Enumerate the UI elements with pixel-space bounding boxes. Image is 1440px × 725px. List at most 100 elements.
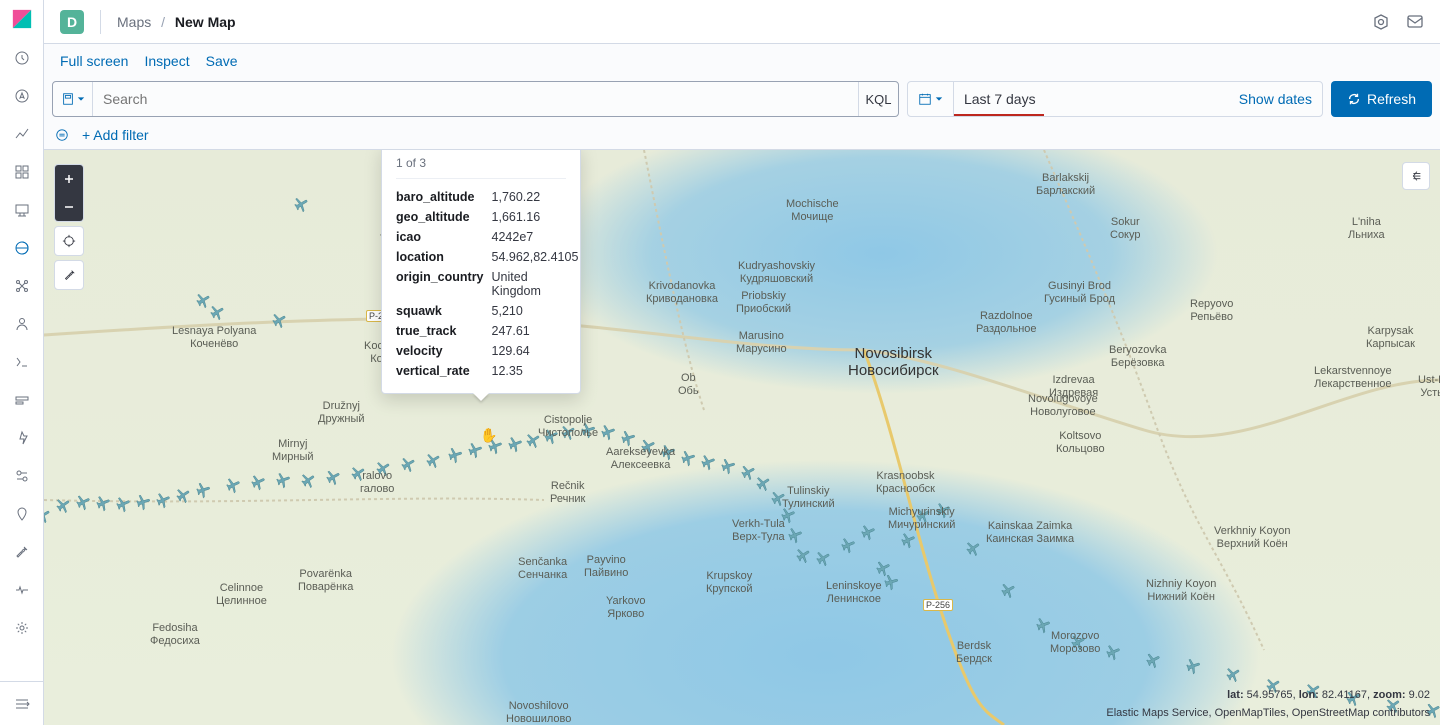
divider [100,10,101,34]
nav-collapse-button[interactable] [0,681,44,725]
city-label: NovolugovoyeНоволуговое [1028,393,1098,418]
nav-siem[interactable] [4,458,40,494]
city-label: Lesnaya PolyanaКоченёво [172,325,256,350]
feature-tooltip: 1 of 3 baro_altitude1,760.22geo_altitude… [381,150,581,394]
nav-maps[interactable] [4,230,40,266]
expand-layer-panel-button[interactable] [1402,162,1430,190]
tooltip-row: icao4242e7 [396,227,578,247]
add-filter-button[interactable]: + Add filter [82,127,149,143]
tooltip-row: squawk5,210 [396,301,578,321]
kibana-logo-icon[interactable] [11,8,33,30]
city-label: KrivodanovkaКриводановка [646,280,718,305]
city-label: BerdskБердск [956,640,992,665]
kql-toggle[interactable]: KQL [858,82,898,116]
query-bar: KQL Last 7 days Show dates Refresh [44,78,1440,120]
city-label: KrasnoobskКраснообск [876,470,935,495]
city-label: KarpysakКарпысак [1366,325,1415,350]
city-label: BarlakskijБарлакский [1036,172,1095,197]
city-label: MorozovoМорозово [1050,630,1100,655]
saved-query-button[interactable] [53,82,93,116]
newsfeed-icon[interactable] [1372,13,1390,31]
nav-logs[interactable] [4,344,40,380]
zoom-in-button[interactable] [55,165,83,193]
city-label: MichyurinskiyМичуринский [888,506,955,531]
city-label: NovoshilovoНовошилово [506,700,571,725]
nav-uptime[interactable] [4,420,40,456]
tooltip-properties-table: baro_altitude1,760.22geo_altitude1,661.1… [396,187,578,381]
nav-ml[interactable] [4,268,40,304]
fit-to-data-button[interactable] [55,227,83,255]
map-toolbar: Full screen Inspect Save [44,44,1440,78]
nav-management[interactable] [4,610,40,646]
city-label: YarkovoЯрково [606,595,646,620]
city-label: CelinnoeЦелинное [216,582,267,607]
city-label: Nizhniy KoyonНижний Коён [1146,578,1216,603]
city-label: Verkh-TulaВерх-Тула [732,518,785,543]
filter-bar: + Add filter [44,120,1440,150]
search-box: KQL [52,81,899,117]
top-header: D Maps / New Map [44,0,1440,44]
city-label: LekarstvennoyeЛекарственное [1314,365,1392,390]
feedback-icon[interactable] [1406,13,1424,31]
city-label: MirnyjМирный [272,438,314,463]
time-picker: Last 7 days Show dates [907,81,1323,117]
city-label: MochischeМочище [786,198,839,223]
time-range-text: Last 7 days [964,91,1036,107]
nav-discover[interactable] [4,78,40,114]
quick-select-button[interactable] [908,82,954,116]
city-label: LeninskoyeЛенинское [826,580,882,605]
city-label: CistopoljeЧистополье [538,414,598,439]
city-label: Ust-KarУсть-К [1418,374,1440,399]
time-range-display[interactable]: Last 7 days [954,82,1229,116]
nav-recently-viewed[interactable] [4,40,40,76]
tools-button[interactable] [55,261,83,289]
save-link[interactable]: Save [198,53,246,69]
map-zoom-controls [54,164,84,290]
refresh-button[interactable]: Refresh [1331,81,1432,117]
city-label: BeryozovkaБерёзовка [1109,344,1166,369]
breadcrumb-root[interactable]: Maps [117,14,151,30]
tooltip-row: location54.962,82.4105 [396,247,578,267]
zoom-out-button[interactable] [55,193,83,221]
city-label: DružnyjДружный [318,400,365,425]
breadcrumb: Maps / New Map [117,14,236,30]
nav-dev-tools[interactable] [4,534,40,570]
nav-canvas[interactable] [4,192,40,228]
global-nav-rail [0,0,44,725]
tooltip-row: origin_countryUnited Kingdom [396,267,578,301]
city-label: KudryashovskiyКудряшовский [738,260,815,285]
city-label: SenčankaСенчанка [518,556,567,581]
tooltip-row: vertical_rate12.35 [396,361,578,381]
full-screen-link[interactable]: Full screen [52,53,136,69]
city-label: ObОбь [678,372,699,397]
nav-dashboard[interactable] [4,154,40,190]
nav-apm[interactable] [4,382,40,418]
breadcrumb-current: New Map [175,14,236,30]
map-basemap [44,150,1440,725]
city-label: AarekseyevkaАлексеевка [606,446,675,471]
nav-visualize[interactable] [4,116,40,152]
tooltip-pager[interactable]: 1 of 3 [396,156,566,179]
filter-options-button[interactable] [52,125,72,145]
city-label: RepyovoРепьёво [1190,298,1233,323]
city-label: PriobskiyПриобский [736,290,791,315]
map-canvas[interactable]: NovosibirskНовосибирскBerdskБердскKoltso… [44,150,1440,725]
search-input[interactable] [93,82,858,116]
tooltip-row: velocity129.64 [396,341,578,361]
road-marker: P-256 [923,599,953,611]
city-label: KoltsovoКольцово [1056,430,1105,455]
city-label: KrupskoyКрупской [706,570,753,595]
nav-infrastructure[interactable] [4,306,40,342]
space-selector[interactable]: D [60,10,84,34]
city-label: FedosihaФедосиха [150,622,200,647]
tooltip-row: true_track247.61 [396,321,578,341]
inspect-link[interactable]: Inspect [136,53,197,69]
show-dates-button[interactable]: Show dates [1229,82,1322,116]
coord-readout: lat: 54.95765, lon: 82.41167, zoom: 9.02 [1227,689,1430,701]
city-label: RazdolnoeРаздольное [976,310,1037,335]
nav-monitoring[interactable] [4,572,40,608]
nav-graph[interactable] [4,496,40,532]
map-attribution: Elastic Maps Service, OpenMapTiles, Open… [1106,707,1430,719]
tooltip-row: baro_altitude1,760.22 [396,187,578,207]
refresh-label: Refresh [1367,91,1416,107]
